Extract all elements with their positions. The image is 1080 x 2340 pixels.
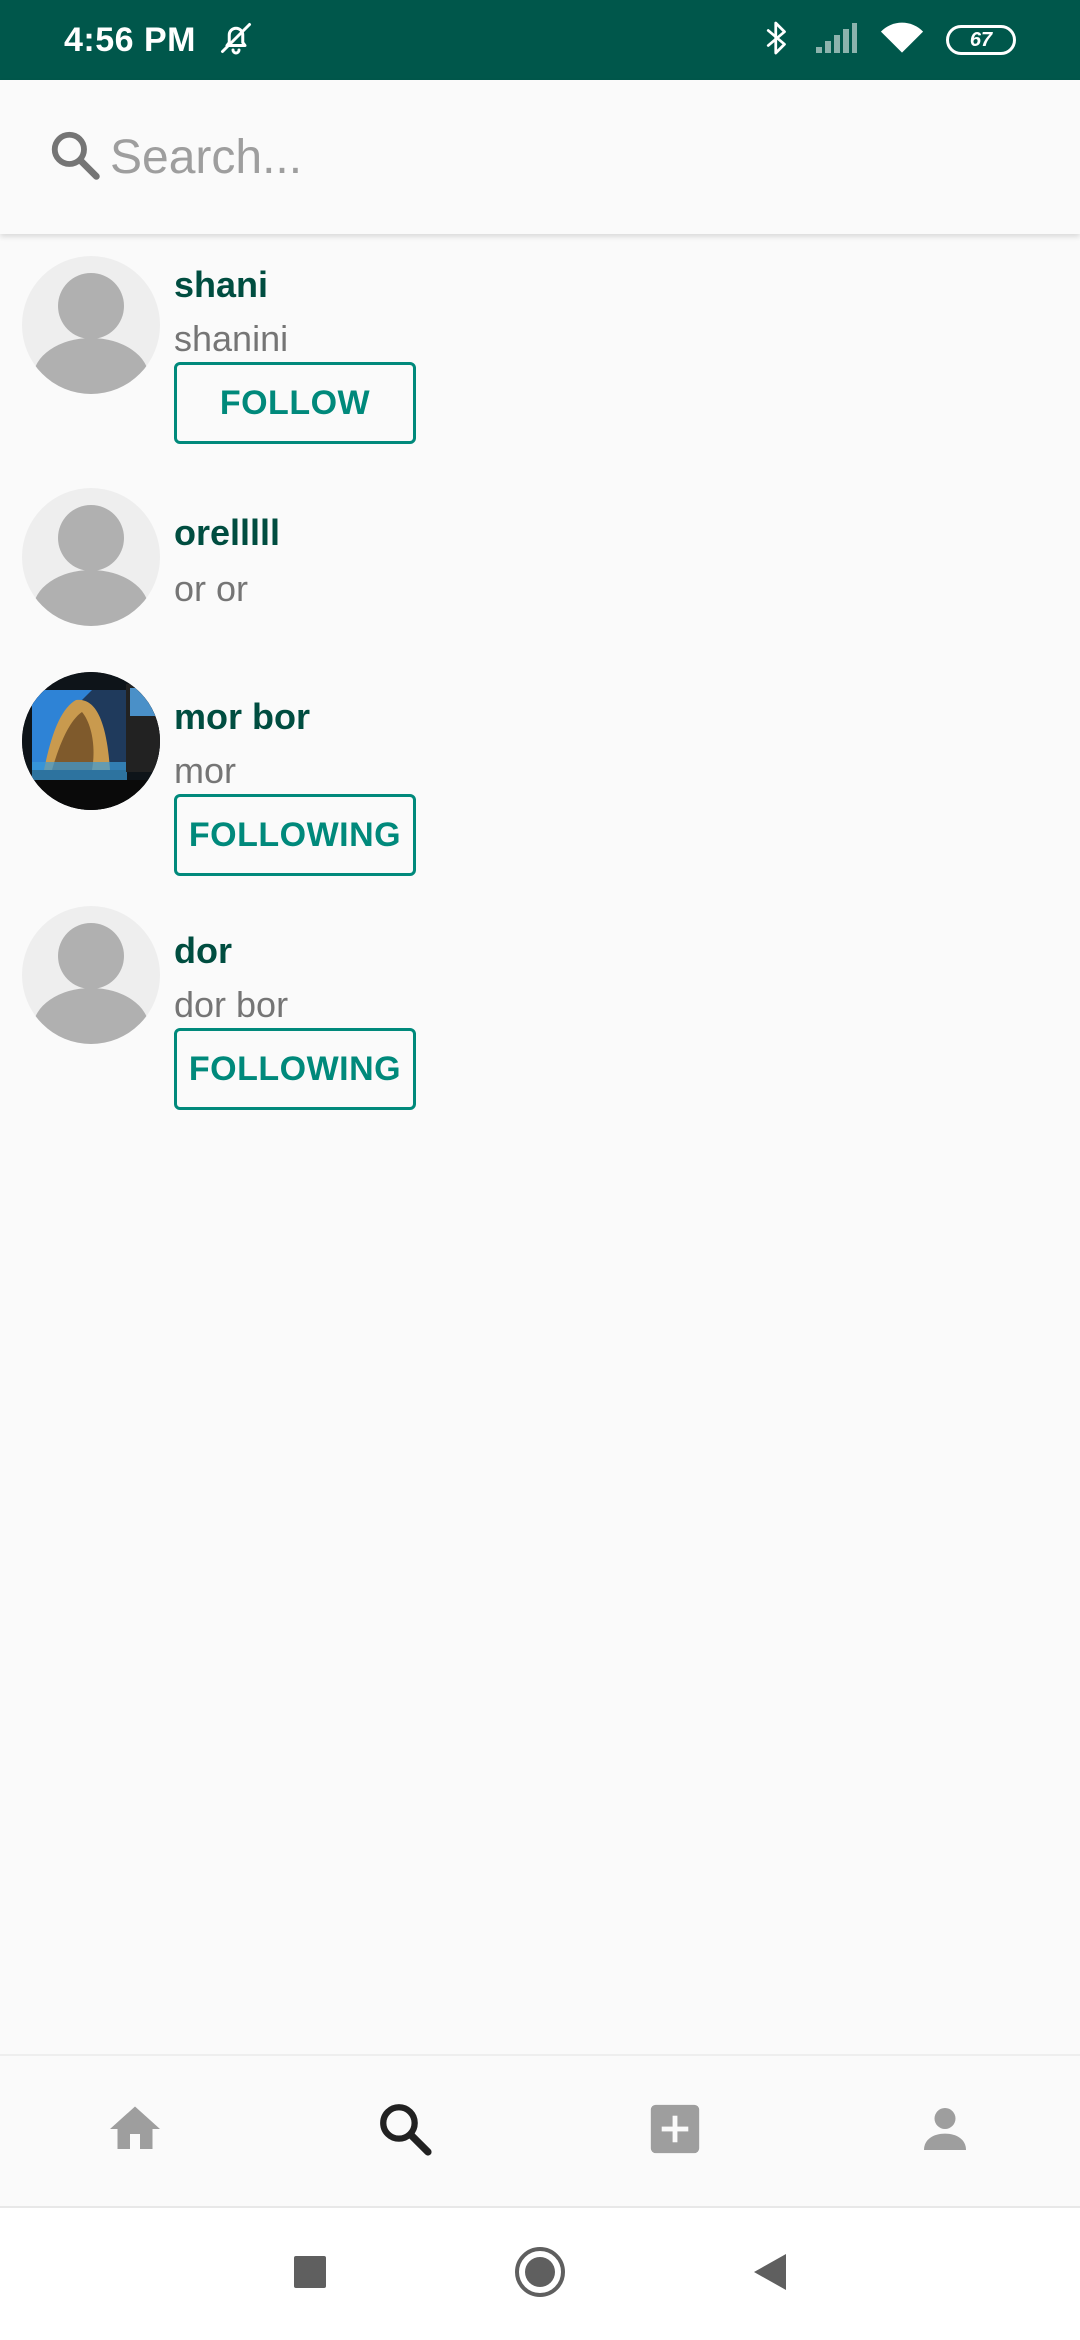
square-icon [293, 2255, 327, 2294]
user-name[interactable]: mor bor [174, 696, 310, 738]
default-avatar-icon[interactable] [22, 488, 160, 626]
follow-button[interactable]: FOLLOW [174, 362, 416, 444]
system-nav-bar [0, 2208, 1080, 2340]
bluetooth-icon [762, 19, 792, 62]
bottom-nav [0, 2054, 1080, 2208]
home-icon [105, 2099, 165, 2164]
back-triangle-icon [752, 2252, 788, 2297]
default-avatar-icon[interactable] [22, 256, 160, 394]
list-item[interactable]: mor bor mor FOLLOWING [0, 668, 1080, 894]
search-icon [376, 2100, 434, 2163]
back-button[interactable] [730, 2234, 810, 2314]
nav-search[interactable] [335, 2081, 475, 2181]
search-screen: 4:56 PM 67 Search... shani shanini FOLLO… [0, 0, 1080, 2340]
battery-level: 67 [969, 28, 993, 51]
search-icon [48, 128, 102, 187]
nav-home[interactable] [65, 2081, 205, 2181]
add-box-icon [646, 2100, 704, 2163]
status-bar: 4:56 PM 67 [0, 0, 1080, 80]
following-button[interactable]: FOLLOWING [174, 794, 416, 876]
search-bar [0, 80, 1080, 234]
list-item[interactable]: orelllll or or [0, 484, 1080, 644]
nav-profile[interactable] [875, 2081, 1015, 2181]
person-icon [917, 2101, 973, 2162]
user-name[interactable]: orelllll [174, 512, 280, 554]
list-item[interactable]: dor dor bor FOLLOWING [0, 902, 1080, 1128]
battery-icon: 67 [946, 25, 1016, 55]
user-handle: dor bor [174, 984, 289, 1025]
list-item[interactable]: shani shanini FOLLOW [0, 234, 1080, 460]
user-handle: mor [174, 750, 236, 791]
signal-icon [814, 21, 858, 60]
mute-bell-icon [218, 20, 254, 61]
user-handle: or or [174, 568, 249, 609]
nav-add-post[interactable] [605, 2081, 745, 2181]
photo-avatar[interactable] [22, 672, 160, 810]
user-handle: shanini [174, 318, 289, 359]
following-button[interactable]: FOLLOWING [174, 1028, 416, 1110]
user-name[interactable]: dor [174, 930, 232, 972]
recents-button[interactable] [270, 2234, 350, 2314]
circle-icon [513, 2245, 567, 2304]
search-input[interactable] [110, 129, 1010, 185]
wifi-icon [880, 21, 924, 60]
default-avatar-icon[interactable] [22, 906, 160, 1044]
home-system-button[interactable] [500, 2234, 580, 2314]
user-name[interactable]: shani [174, 264, 268, 306]
status-time: 4:56 PM [64, 20, 196, 59]
